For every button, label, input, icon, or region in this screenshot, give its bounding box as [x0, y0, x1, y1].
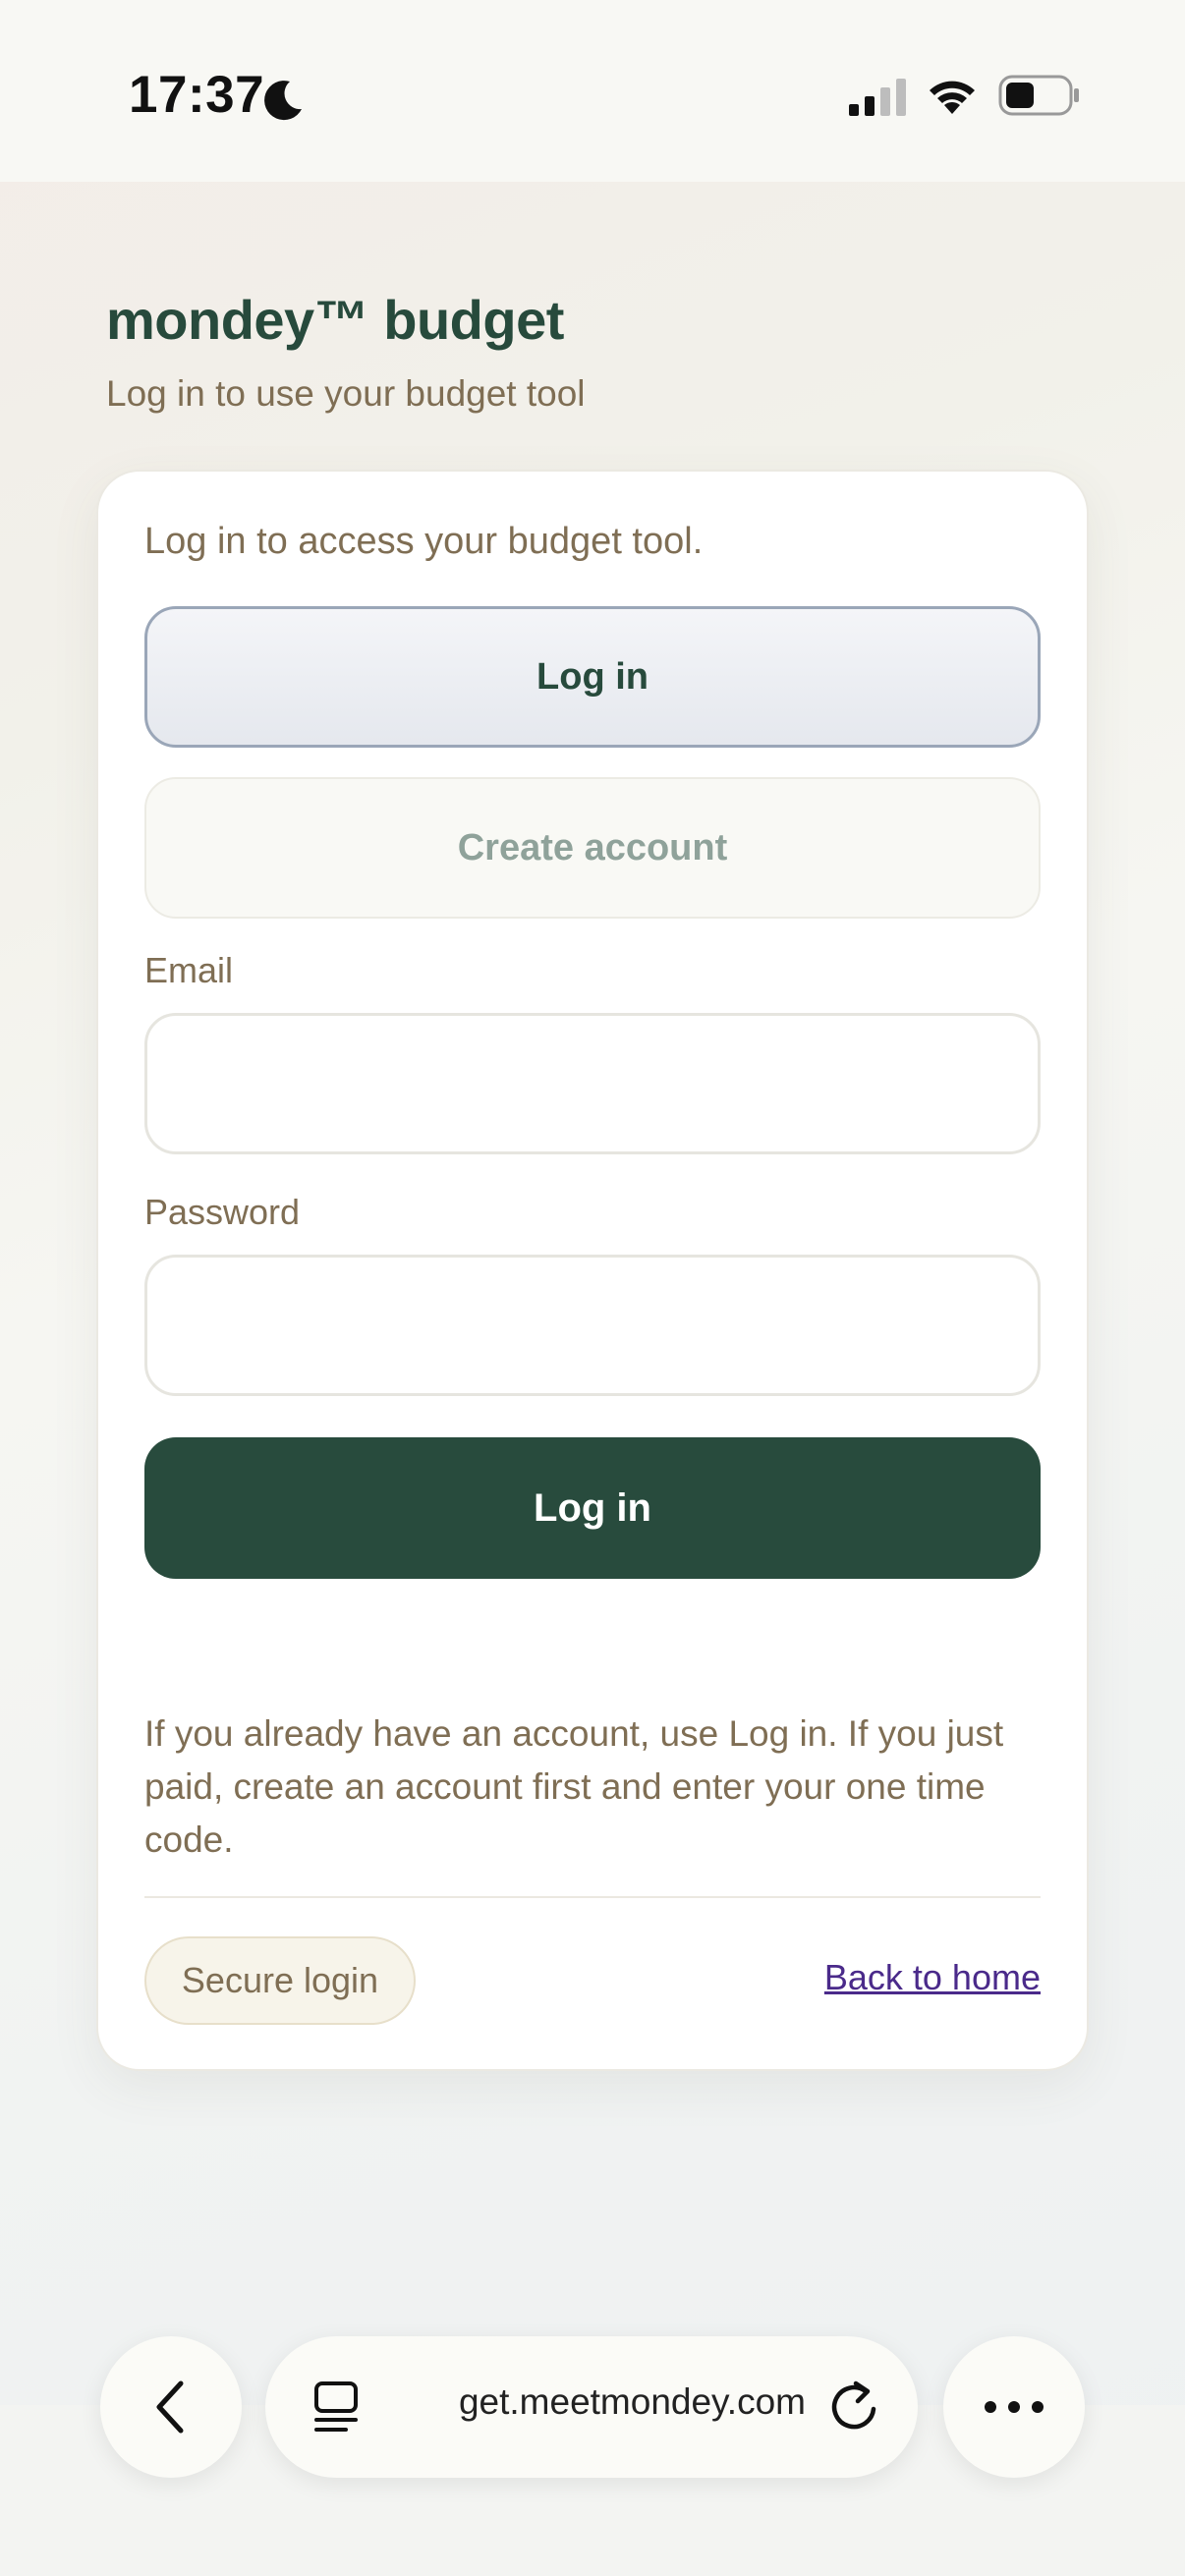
- back-icon: [156, 2380, 184, 2434]
- status-bar: 17:37: [0, 0, 1185, 182]
- secure-login-badge: Secure login: [144, 1936, 416, 2025]
- divider: [144, 1896, 1041, 1898]
- brand-subtitle: Log in to use your budget tool: [106, 373, 586, 414]
- moon-icon: [264, 81, 302, 121]
- help-text: If you already have an account, use Log …: [144, 1713, 1004, 1860]
- back-to-home-link[interactable]: Back to home: [824, 1957, 1041, 1998]
- status-time: 17:37: [129, 66, 265, 124]
- browser-back-button[interactable]: [100, 2336, 242, 2478]
- url-text[interactable]: get.meetmondey.com: [393, 2381, 806, 2423]
- tab-login[interactable]: Log in: [144, 606, 1041, 748]
- reload-icon[interactable]: [830, 2380, 879, 2433]
- battery-icon: [998, 75, 1079, 116]
- wifi-icon: [930, 81, 975, 114]
- password-label: Password: [144, 1192, 301, 1232]
- password-field[interactable]: [144, 1255, 1041, 1396]
- tab-create-account[interactable]: Create account: [144, 777, 1041, 919]
- signal-icon: [849, 79, 906, 116]
- browser-more-button[interactable]: [943, 2336, 1085, 2478]
- email-field[interactable]: [144, 1013, 1041, 1154]
- login-submit-button[interactable]: Log in: [144, 1437, 1041, 1579]
- brand-title: mondey™ budget: [106, 289, 564, 351]
- more-icon: [985, 2401, 1044, 2413]
- tabs-icon[interactable]: [312, 2380, 360, 2434]
- email-label: Email: [144, 950, 234, 990]
- card-intro-text: Log in to access your budget tool.: [144, 521, 704, 562]
